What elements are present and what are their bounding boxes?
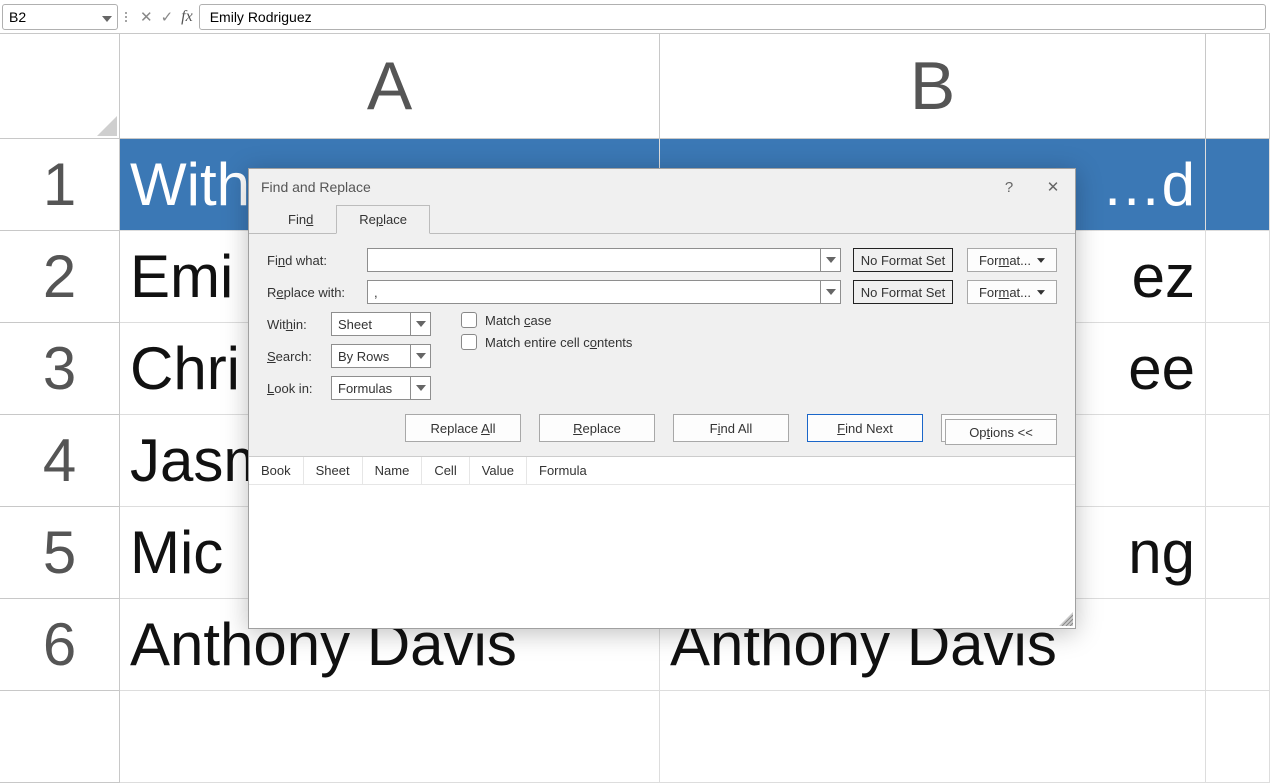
cancel-icon[interactable]: ✕ — [140, 8, 153, 26]
cell-b7[interactable] — [660, 691, 1206, 783]
tab-replace[interactable]: Replace — [336, 205, 430, 234]
results-header: Book Sheet Name Cell Value Formula — [249, 457, 1075, 485]
label-replace-with: Replace with: — [267, 285, 367, 300]
checkbox-icon — [461, 312, 477, 328]
lookin-select[interactable]: Formulas — [331, 376, 431, 400]
chevron-down-icon[interactable] — [102, 9, 112, 25]
formula-input[interactable]: Emily Rodriguez — [199, 4, 1266, 30]
cell-c5[interactable] — [1206, 507, 1270, 599]
find-what-input[interactable] — [367, 248, 841, 272]
row-header-4[interactable]: 4 — [0, 415, 120, 507]
match-case-checkbox[interactable]: Match case — [461, 312, 632, 328]
dialog-titlebar[interactable]: Find and Replace ? ✕ — [249, 169, 1075, 205]
resize-handle-icon[interactable] — [1059, 612, 1073, 626]
row-header-6[interactable]: 6 — [0, 599, 120, 691]
find-next-button[interactable]: Find Next — [807, 414, 923, 442]
options-button[interactable]: Options << — [945, 419, 1057, 445]
label-search: Search: — [267, 349, 331, 364]
chevron-down-icon[interactable] — [410, 377, 430, 399]
row-header-7[interactable] — [0, 691, 120, 783]
chevron-down-icon[interactable] — [410, 345, 430, 367]
lookin-value: Formulas — [338, 381, 392, 396]
select-all-corner[interactable] — [0, 34, 120, 139]
cell-c1[interactable] — [1206, 139, 1270, 231]
name-box-value: B2 — [9, 9, 26, 25]
cell-c2[interactable] — [1206, 231, 1270, 323]
name-box[interactable]: B2 — [2, 4, 118, 30]
label-within: Within: — [267, 317, 331, 332]
close-icon[interactable]: ✕ — [1031, 178, 1075, 196]
results-col-name[interactable]: Name — [363, 457, 423, 484]
replace-button[interactable]: Replace — [539, 414, 655, 442]
replace-with-value: , — [374, 285, 378, 300]
dialog-tabs: Find Replace — [249, 205, 1075, 234]
dialog-panel: Find what: No Format Set Format... Repla… — [249, 233, 1075, 414]
chevron-down-icon[interactable] — [820, 281, 840, 303]
cell-a7[interactable] — [120, 691, 660, 783]
match-case-label: Match case — [485, 313, 551, 328]
checkbox-icon — [461, 334, 477, 350]
chevron-down-icon[interactable] — [410, 313, 430, 335]
help-icon[interactable]: ? — [987, 179, 1031, 196]
find-all-button[interactable]: Find All — [673, 414, 789, 442]
search-value: By Rows — [338, 349, 389, 364]
results-pane: Book Sheet Name Cell Value Formula — [249, 456, 1075, 628]
label-find-what: Find what: — [267, 253, 367, 268]
replace-with-input[interactable]: , — [367, 280, 841, 304]
results-col-value[interactable]: Value — [470, 457, 527, 484]
tab-find[interactable]: Find — [265, 205, 336, 234]
cell-c7[interactable] — [1206, 691, 1270, 783]
replace-all-button[interactable]: Replace All — [405, 414, 521, 442]
results-col-cell[interactable]: Cell — [422, 457, 469, 484]
find-format-preview: No Format Set — [853, 248, 953, 272]
column-header-c[interactable] — [1206, 34, 1270, 139]
cell-c6[interactable] — [1206, 599, 1270, 691]
within-value: Sheet — [338, 317, 372, 332]
results-col-book[interactable]: Book — [249, 457, 304, 484]
fx-icon[interactable]: fx — [181, 8, 193, 26]
accept-icon[interactable]: ✓ — [161, 8, 174, 26]
match-entire-label: Match entire cell contents — [485, 335, 632, 350]
find-format-button[interactable]: Format... — [967, 248, 1057, 272]
row-header-3[interactable]: 3 — [0, 323, 120, 415]
column-header-a[interactable]: A — [120, 34, 660, 139]
results-col-formula[interactable]: Formula — [527, 457, 599, 484]
row-header-2[interactable]: 2 — [0, 231, 120, 323]
find-replace-dialog: Find and Replace ? ✕ Find Replace Find w… — [248, 168, 1076, 629]
cell-c4[interactable] — [1206, 415, 1270, 507]
row-header-1[interactable]: 1 — [0, 139, 120, 231]
drag-handle-icon[interactable] — [122, 12, 130, 22]
column-header-b[interactable]: B — [660, 34, 1206, 139]
formula-value: Emily Rodriguez — [210, 9, 312, 25]
dialog-title: Find and Replace — [261, 179, 987, 195]
label-lookin: Look in: — [267, 381, 331, 396]
row-header-5[interactable]: 5 — [0, 507, 120, 599]
cell-c3[interactable] — [1206, 323, 1270, 415]
formula-icons: ✕ ✓ fx — [134, 8, 199, 26]
search-select[interactable]: By Rows — [331, 344, 431, 368]
replace-format-button[interactable]: Format... — [967, 280, 1057, 304]
replace-format-preview: No Format Set — [853, 280, 953, 304]
results-col-sheet[interactable]: Sheet — [304, 457, 363, 484]
within-select[interactable]: Sheet — [331, 312, 431, 336]
formula-bar: B2 ✕ ✓ fx Emily Rodriguez — [0, 0, 1270, 34]
match-entire-cell-checkbox[interactable]: Match entire cell contents — [461, 334, 632, 350]
chevron-down-icon[interactable] — [820, 249, 840, 271]
